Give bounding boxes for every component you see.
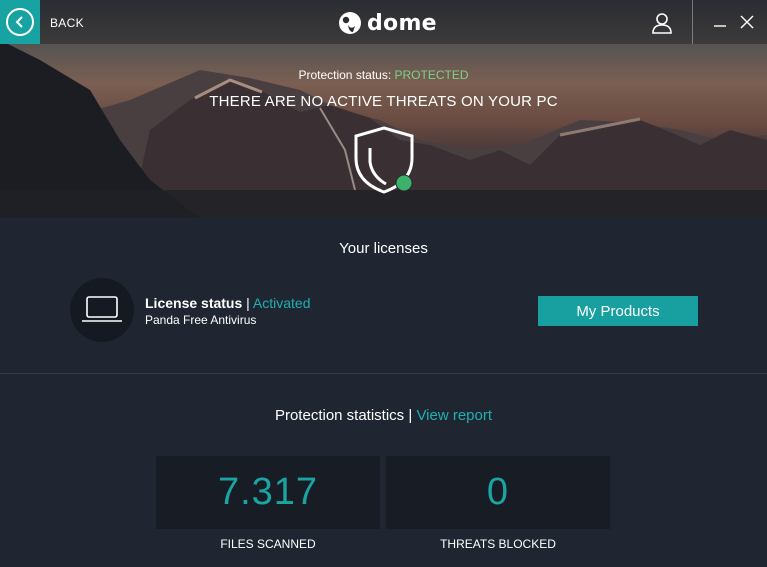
minimize-icon <box>714 25 726 27</box>
files-scanned-value: 7.317 <box>217 471 319 513</box>
view-report-link[interactable]: View report <box>416 407 492 424</box>
user-account-button[interactable] <box>650 11 674 35</box>
app-logo: dome <box>338 9 437 37</box>
protection-status-value: PROTECTED <box>394 68 469 82</box>
licenses-title: Your licenses <box>339 240 428 257</box>
threats-blocked-box: 0 <box>386 456 610 529</box>
license-status-label: License status <box>145 295 243 311</box>
shield-check-icon <box>354 126 414 194</box>
license-status-separator: | <box>246 295 250 311</box>
minimize-button[interactable] <box>712 14 728 30</box>
title-bar: BACK dome <box>0 0 767 44</box>
logo-wordmark: dome <box>367 10 437 36</box>
threats-blocked-value: 0 <box>486 471 510 513</box>
protection-status-label: Protection status: <box>298 68 392 82</box>
license-status: License status | Activated <box>145 295 311 311</box>
statistics-title: Protection statistics | View report <box>0 407 767 424</box>
license-product-name: Panda Free Antivirus <box>145 313 257 327</box>
my-products-button[interactable]: My Products <box>538 296 698 326</box>
licenses-section: Your licenses License status | Activated… <box>0 218 767 373</box>
chevron-left-circle-icon <box>6 8 34 36</box>
back-label[interactable]: BACK <box>50 16 84 30</box>
license-status-value: Activated <box>252 295 311 311</box>
titlebar-divider <box>692 0 693 44</box>
statistics-separator: | <box>408 407 413 424</box>
files-scanned-label: FILES SCANNED <box>220 537 316 551</box>
threats-headline: THERE ARE NO ACTIVE THREATS ON YOUR PC <box>209 93 558 110</box>
files-scanned-box: 7.317 <box>156 456 380 529</box>
statistics-section: Protection statistics | View report 7.31… <box>0 374 767 567</box>
panda-logo-icon <box>339 12 361 34</box>
panda-dome-window: BACK dome Protection status: PROTECTED T… <box>0 0 767 567</box>
hero-banner: BACK dome Protection status: PROTECTED T… <box>0 0 767 218</box>
protection-status: Protection status: PROTECTED <box>0 68 767 82</box>
statistics-title-text: Protection statistics <box>274 407 405 424</box>
user-icon <box>652 13 672 34</box>
device-badge <box>70 278 134 342</box>
threats-blocked-label: THREATS BLOCKED <box>440 537 556 551</box>
close-button[interactable] <box>739 14 755 30</box>
close-icon <box>740 15 754 29</box>
back-button[interactable] <box>0 0 40 44</box>
laptop-icon <box>82 296 122 322</box>
